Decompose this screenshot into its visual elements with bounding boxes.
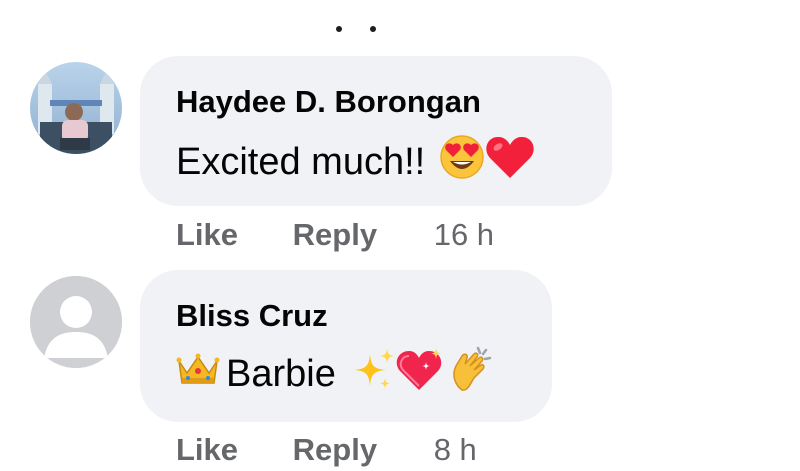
like-button[interactable]: Like [176, 217, 238, 253]
sparkles-emoji-icon [352, 346, 396, 402]
reply-button[interactable]: Reply [293, 217, 377, 253]
comments-thread: Haydee D. Borongan Excited much!! Like R… [0, 0, 800, 471]
comment-bubble: Bliss Cruz Barbie [140, 270, 552, 422]
comment-text: Barbie [226, 353, 336, 395]
red-heart-emoji-icon [485, 134, 535, 190]
comment-text-line: Excited much!! [176, 134, 576, 190]
comment-author[interactable]: Haydee D. Borongan [176, 84, 576, 120]
avatar[interactable] [30, 62, 122, 154]
previous-content-edge [330, 18, 390, 32]
crown-emoji-icon [176, 351, 220, 397]
clapping-hands-emoji-icon [448, 344, 494, 404]
avatar[interactable] [30, 276, 122, 368]
comment-actions: Like Reply 8 h [176, 432, 477, 468]
profile-photo-icon [30, 62, 122, 154]
reply-button[interactable]: Reply [293, 432, 377, 468]
sparkling-heart-emoji-icon [396, 346, 446, 402]
comment-bubble: Haydee D. Borongan Excited much!! [140, 56, 612, 206]
comment-author[interactable]: Bliss Cruz [176, 298, 516, 334]
comment-text: Excited much!! [176, 141, 426, 183]
comment-text-line: Barbie [176, 344, 516, 404]
heart-eyes-emoji-icon [439, 134, 485, 190]
comment-actions: Like Reply 16 h [176, 217, 494, 253]
comment-timestamp[interactable]: 8 h [434, 432, 477, 468]
like-button[interactable]: Like [176, 432, 238, 468]
comment-timestamp[interactable]: 16 h [434, 217, 494, 253]
default-avatar-icon [30, 276, 122, 368]
